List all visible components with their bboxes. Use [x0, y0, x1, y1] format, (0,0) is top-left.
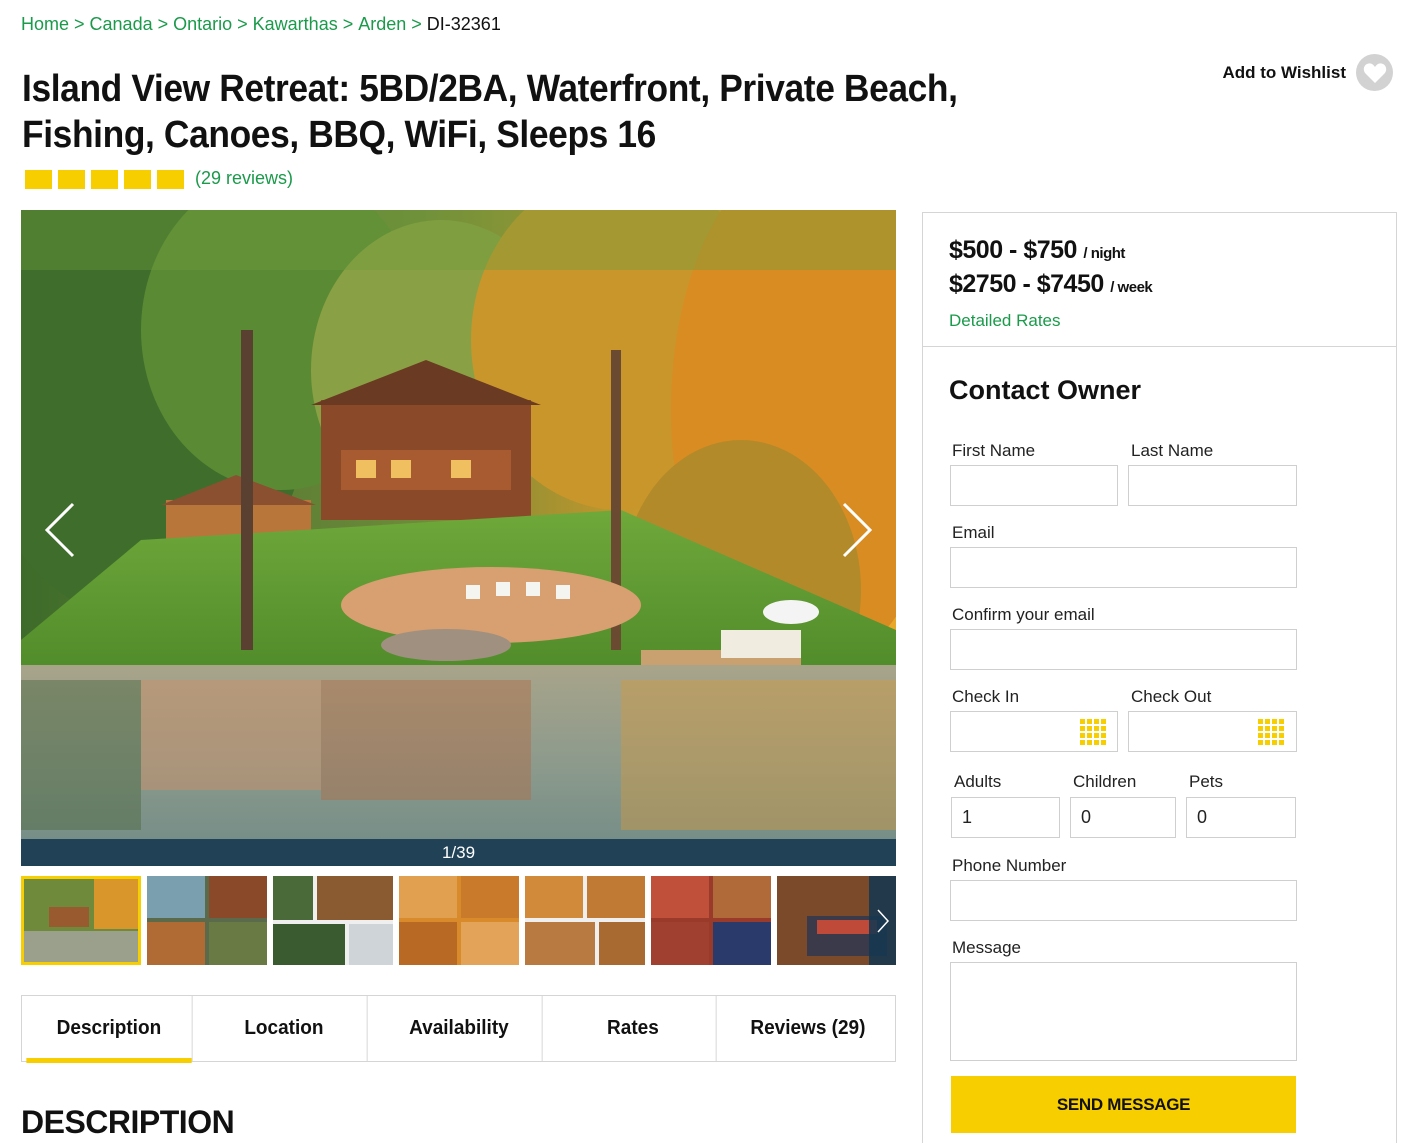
tab-description[interactable]: Description	[26, 996, 193, 1063]
phone-field[interactable]	[950, 880, 1297, 921]
thumbnail[interactable]	[21, 876, 141, 965]
confirm-email-label: Confirm your email	[952, 605, 1095, 624]
breadcrumb-separator: >	[342, 14, 354, 34]
check-out-label: Check Out	[1131, 687, 1212, 706]
thumbnail[interactable]	[525, 876, 645, 965]
adults-label: Adults	[954, 772, 1002, 791]
price-summary: $500 - $750 / night $2750 - $7450 / week…	[923, 213, 1396, 347]
pets-label: Pets	[1189, 772, 1224, 791]
pets-field[interactable]	[1186, 797, 1296, 838]
phone-label: Phone Number	[952, 856, 1067, 875]
thumbnail[interactable]	[273, 876, 393, 965]
rating-star	[157, 170, 184, 189]
last-name-field[interactable]	[1128, 465, 1297, 506]
detailed-rates-link[interactable]: Detailed Rates	[949, 311, 1061, 331]
thumbnail[interactable]	[147, 876, 267, 965]
breadcrumb-home[interactable]: Home	[21, 14, 69, 34]
wishlist-control[interactable]: Add to Wishlist	[1222, 54, 1393, 91]
children-field[interactable]	[1070, 797, 1176, 838]
breadcrumb-separator: >	[74, 14, 85, 34]
breadcrumb-canada[interactable]: Canada	[90, 14, 153, 34]
breadcrumb-arden[interactable]: Arden	[358, 14, 406, 34]
breadcrumb-separator: >	[411, 14, 422, 34]
nightly-price: $500 - $750	[949, 236, 1077, 264]
nightly-unit: / night	[1083, 245, 1125, 262]
email-label: Email	[952, 523, 995, 542]
last-name-label: Last Name	[1131, 441, 1214, 460]
adults-field[interactable]	[951, 797, 1060, 838]
rating-star	[124, 170, 151, 189]
listing-title: Island View Retreat: 5BD/2BA, Waterfront…	[22, 68, 958, 156]
tab-location[interactable]: Location	[201, 996, 368, 1061]
heart-icon	[1363, 62, 1386, 83]
breadcrumb: Home > Canada > Ontario > Kawarthas > Arden > DI-3…	[21, 14, 501, 35]
thumbnail[interactable]	[651, 876, 771, 965]
confirm-email-field[interactable]	[950, 629, 1297, 670]
first-name-label: First Name	[952, 441, 1036, 460]
rating-star	[25, 170, 52, 189]
rating-star	[91, 170, 118, 189]
gallery-prev-icon[interactable]	[41, 500, 81, 560]
message-field[interactable]	[950, 962, 1297, 1061]
first-name-field[interactable]	[950, 465, 1118, 506]
weekly-unit: / week	[1110, 279, 1153, 296]
calendar-icon[interactable]	[1080, 719, 1106, 745]
thumbnail-next-icon[interactable]	[869, 876, 896, 965]
main-photo	[21, 210, 896, 866]
reviews-link[interactable]: (29 reviews)	[195, 168, 293, 189]
weekly-price: $2750 - $7450	[949, 270, 1104, 298]
tab-rates[interactable]: Rates	[551, 996, 717, 1061]
gallery-next-icon[interactable]	[836, 500, 876, 560]
photo-gallery: 1/39	[21, 210, 896, 866]
contact-owner-title: Contact Owner	[949, 375, 1142, 405]
children-label: Children	[1073, 772, 1137, 791]
breadcrumb-separator: >	[237, 14, 248, 34]
breadcrumb-current: DI-32361	[426, 14, 501, 34]
nightly-rate: $500 - $750 / night	[949, 235, 1396, 269]
send-message-button[interactable]: SEND MESSAGE	[951, 1076, 1296, 1133]
tab-availability[interactable]: Availability	[376, 996, 543, 1061]
gallery-counter: 1/39	[21, 839, 896, 866]
section-heading: DESCRIPTION	[21, 1104, 235, 1140]
breadcrumb-ontario[interactable]: Ontario	[173, 14, 232, 34]
email-field[interactable]	[950, 547, 1297, 588]
booking-sidebar: $500 - $750 / night $2750 - $7450 / week…	[922, 212, 1397, 1143]
wishlist-label: Add to Wishlist	[1222, 62, 1346, 82]
listing-tabs: Description Location Availability Rates …	[21, 995, 896, 1063]
wishlist-button[interactable]	[1356, 54, 1393, 91]
message-label: Message	[952, 938, 1021, 957]
check-in-label: Check In	[952, 687, 1020, 706]
rating-stars	[25, 170, 184, 189]
thumbnail-strip	[21, 876, 896, 965]
thumbnail[interactable]	[399, 876, 519, 965]
breadcrumb-separator: >	[157, 14, 169, 34]
calendar-icon[interactable]	[1258, 719, 1284, 745]
rating-star	[58, 170, 85, 189]
tab-reviews[interactable]: Reviews (29)	[726, 996, 891, 1061]
breadcrumb-kawarthas[interactable]: Kawarthas	[253, 14, 338, 34]
weekly-rate: $2750 - $7450 / week	[949, 269, 1396, 303]
